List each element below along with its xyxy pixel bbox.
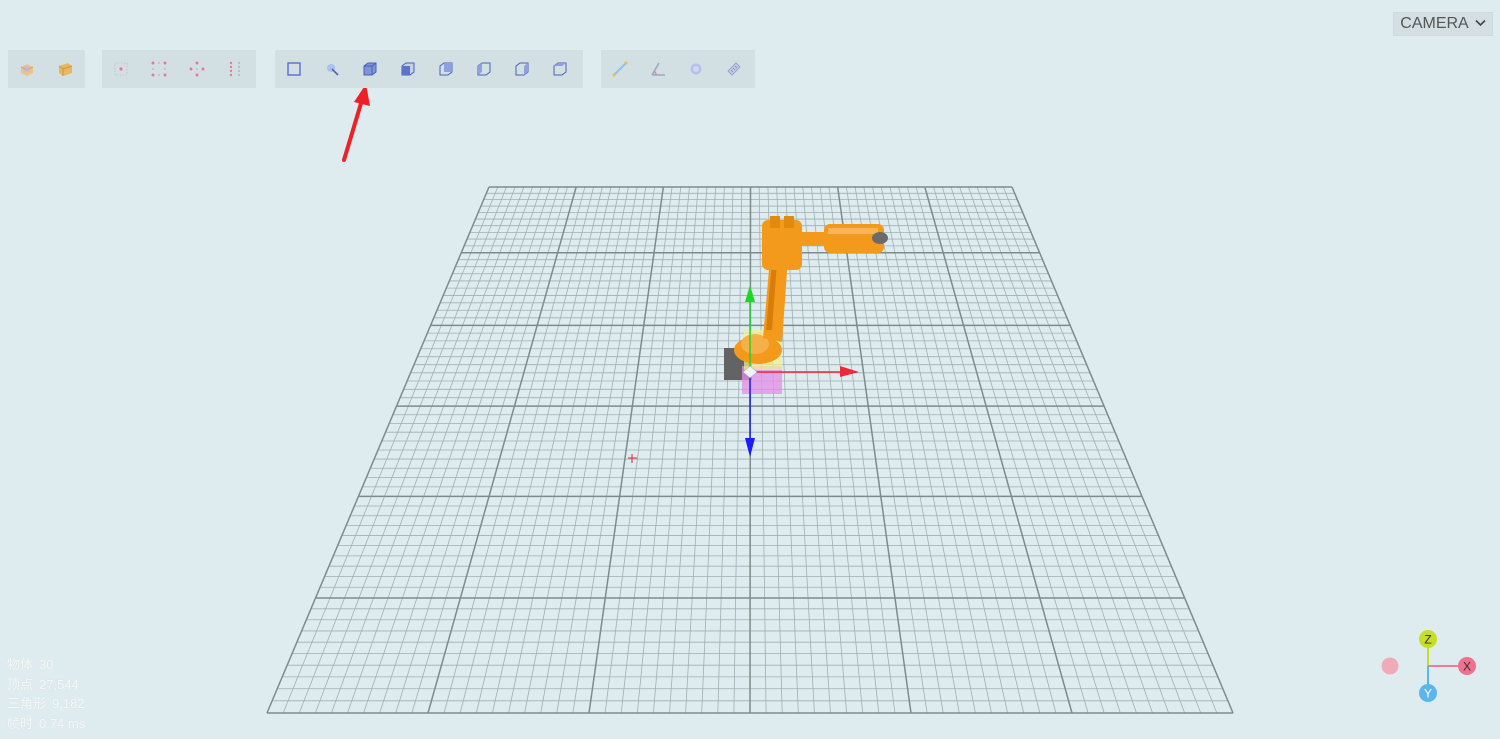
toolbar-object-group: [8, 50, 85, 88]
scene-stats-panel: 物体 30 顶点 27,544 三角形 9,182 帧时 0.74 ms: [7, 655, 91, 733]
x-axis-label: X: [1463, 660, 1471, 674]
select-cursor-icon: [327, 64, 339, 76]
stat-triangles-value: 9,182: [52, 696, 85, 711]
corner-points-button[interactable]: [140, 50, 178, 88]
stat-frame-time-value: 0.74 ms: [39, 715, 86, 731]
axis-orientation-widget[interactable]: Z X Y: [1381, 630, 1477, 702]
stat-frame-time-label: 帧时: [7, 715, 34, 731]
measure-ruler-icon: [727, 62, 741, 76]
stat-objects-value: 30: [39, 657, 54, 672]
measure-circle-icon: [690, 63, 702, 75]
object-surface-icon: [58, 63, 73, 76]
cube-iso-icon: [363, 62, 377, 76]
toolbar-point-snap-group: [102, 50, 256, 88]
cube-front-button[interactable]: [389, 50, 427, 88]
cube-left-icon: [477, 62, 491, 76]
stat-objects: 物体 30: [7, 655, 91, 675]
measure-distance-button[interactable]: [601, 50, 639, 88]
stat-triangles-label: 三角形: [7, 696, 47, 711]
measure-distance-icon: [612, 61, 628, 77]
grid-points-icon: [229, 61, 241, 77]
z-axis-label: Z: [1424, 633, 1431, 647]
cube-right-button[interactable]: [503, 50, 541, 88]
cube-iso-button[interactable]: [351, 50, 389, 88]
cube-back-icon: [439, 62, 453, 76]
cube-back-button[interactable]: [427, 50, 465, 88]
midpoint-icon: [189, 61, 205, 77]
stat-triangles: 三角形 9,182: [7, 694, 91, 714]
cube-top-icon: [553, 62, 567, 76]
stat-vertices-label: 顶点: [7, 676, 34, 692]
measure-ruler-button[interactable]: [715, 50, 753, 88]
measure-angle-button[interactable]: [639, 50, 677, 88]
stat-objects-label: 物体: [7, 657, 34, 672]
y-axis-label: Y: [1424, 687, 1432, 701]
object-icon: [20, 64, 34, 76]
object-button[interactable]: [8, 50, 46, 88]
measure-angle-icon: [651, 62, 665, 76]
cube-top-button[interactable]: [541, 50, 579, 88]
midpoint-button[interactable]: [178, 50, 216, 88]
object-surface-button[interactable]: [46, 50, 84, 88]
stat-vertices: 顶点 27,544: [7, 675, 91, 695]
cube-front-icon: [401, 62, 415, 76]
cube-right-icon: [515, 62, 529, 76]
frame-select-button[interactable]: [275, 50, 313, 88]
3d-viewport[interactable]: Z X Y: [0, 0, 1500, 739]
grid-points-button[interactable]: [216, 50, 254, 88]
stat-frame-time: 帧时 0.74 ms: [7, 714, 91, 734]
chevron-down-icon: [1475, 18, 1486, 30]
grid-marker: [628, 454, 637, 463]
center-point-button[interactable]: [102, 50, 140, 88]
select-cursor-button[interactable]: [313, 50, 351, 88]
frame-select-icon: [287, 62, 301, 76]
neg-x-axis-dot[interactable]: [1381, 657, 1399, 675]
camera-dropdown[interactable]: CAMERA: [1393, 12, 1493, 36]
annotation-arrow: [342, 84, 370, 162]
corner-points-icon: [151, 61, 167, 77]
measure-circle-button[interactable]: [677, 50, 715, 88]
center-point-icon: [114, 62, 128, 76]
toolbar-view-group: [275, 50, 583, 88]
toolbar-measure-group: [601, 50, 755, 88]
camera-dropdown-label: CAMERA: [1400, 15, 1469, 32]
stat-vertices-value: 27,544: [39, 676, 79, 692]
cube-left-button[interactable]: [465, 50, 503, 88]
